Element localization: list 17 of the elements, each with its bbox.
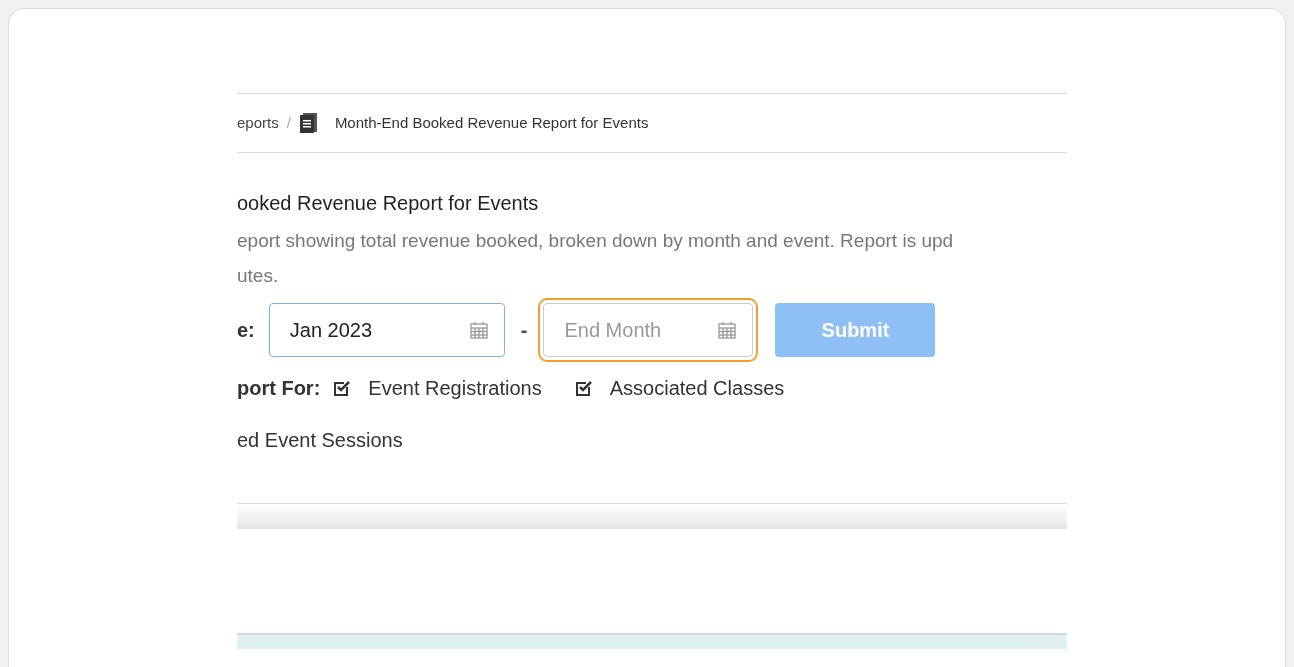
checkbox[interactable]	[573, 378, 594, 398]
field-label: e:	[237, 318, 255, 343]
calendar-icon	[468, 320, 489, 340]
month-field[interactable]: Jan 2023	[268, 303, 505, 357]
option-label: Associated Classes	[609, 376, 785, 401]
breadcrumb-link[interactable]: eports	[237, 111, 279, 135]
breadcrumb-current: Month-End Booked Revenue Report for Events	[334, 112, 649, 133]
option-group-label: port For:	[237, 376, 321, 401]
document-icon	[298, 112, 319, 134]
checkbox[interactable]	[332, 378, 353, 398]
report-description: eport showing total revenue booked, broken down by month and event. Report is upd utes.	[237, 229, 955, 288]
option-label: Event Registrations	[368, 376, 542, 401]
breadcrumb-separator: /	[286, 112, 291, 133]
range-separator: -	[520, 318, 528, 343]
option-label: ed Event Sessions	[237, 428, 404, 453]
report-title: ooked Revenue Report for Events	[237, 191, 540, 215]
calendar-icon	[717, 320, 738, 340]
